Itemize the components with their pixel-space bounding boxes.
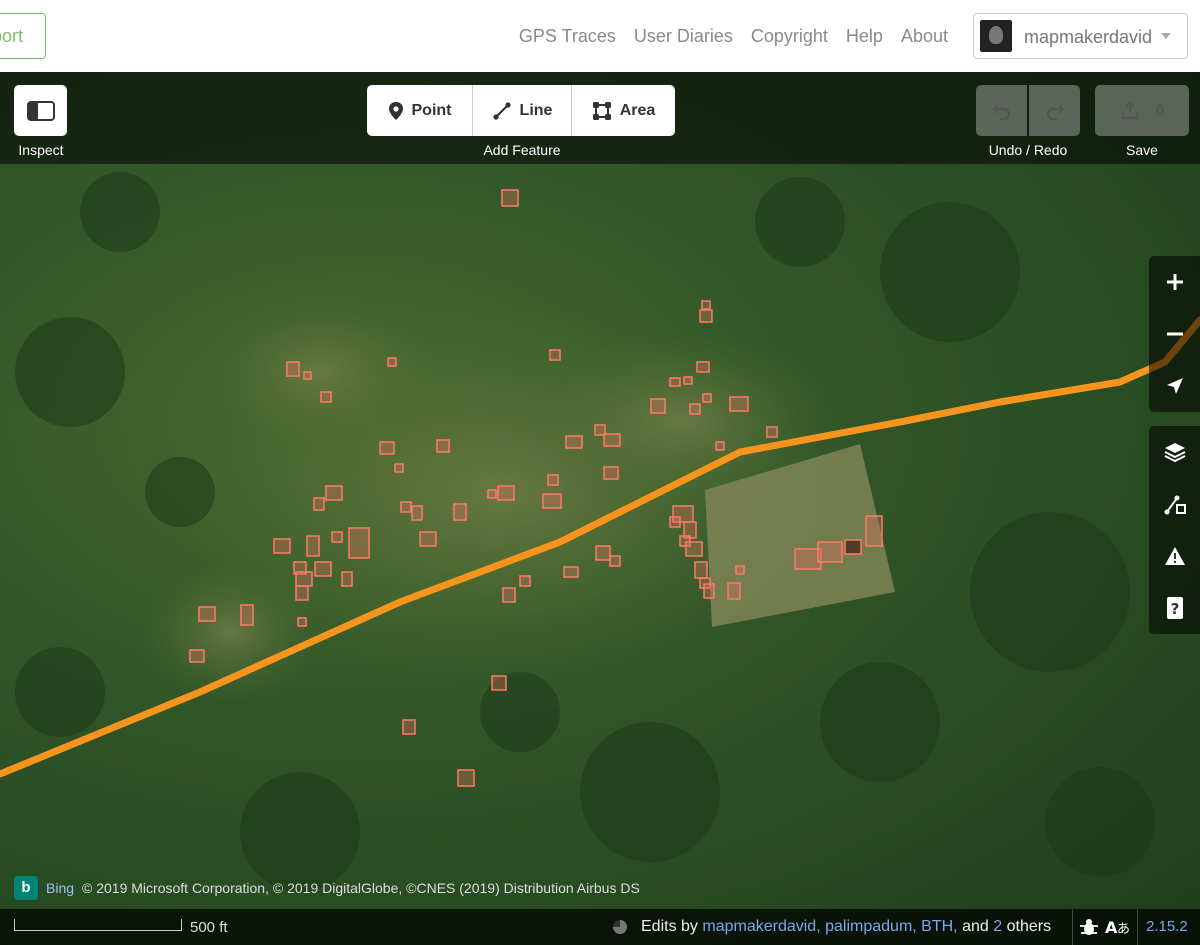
version-label[interactable]: 2.15.2 xyxy=(1146,918,1188,935)
username: mapmakerdavid xyxy=(1024,27,1153,47)
area-label: Area xyxy=(619,101,656,119)
point-pin-icon xyxy=(388,101,403,120)
bug-icon[interactable] xyxy=(1079,917,1099,937)
minus-icon xyxy=(1166,332,1183,336)
top-navigation: Export GPS Traces User Diaries Copyright… xyxy=(0,0,1200,72)
help-button[interactable]: ? xyxy=(1149,582,1200,634)
line-icon xyxy=(492,101,511,120)
scale-label: 500 ft xyxy=(190,919,228,936)
satellite-imagery xyxy=(0,172,1200,892)
scale-bar[interactable] xyxy=(14,919,182,931)
area-icon xyxy=(592,101,611,120)
attribution-text: © 2019 Microsoft Corporation, © 2019 Dig… xyxy=(82,880,640,896)
edit-user-link[interactable]: BTH, xyxy=(921,918,957,935)
panel-controls: ? xyxy=(1149,426,1200,634)
issues-button[interactable] xyxy=(1149,530,1200,582)
export-label: Export xyxy=(0,26,24,46)
caret-down-icon xyxy=(1161,33,1171,39)
undo-button[interactable] xyxy=(976,85,1027,136)
edit-user-link[interactable]: mapmakerdavid, xyxy=(702,918,820,935)
nav-link-gps-traces[interactable]: GPS Traces xyxy=(519,26,616,47)
add-feature-group: Point Line Area xyxy=(367,85,675,136)
redo-button[interactable] xyxy=(1029,85,1080,136)
avatar xyxy=(980,20,1012,52)
loading-spinner-icon xyxy=(613,920,627,934)
warning-icon xyxy=(1164,547,1185,565)
user-menu[interactable]: mapmakerdavid xyxy=(973,13,1188,59)
map-view[interactable]: Inspect Point Line Area Add Feature Undo… xyxy=(0,72,1200,945)
sidebar-toggle-icon xyxy=(26,100,55,121)
edits-others: others xyxy=(1006,918,1052,935)
nav-link-copyright[interactable]: Copyright xyxy=(751,26,828,47)
location-arrow-icon xyxy=(1166,378,1183,394)
edits-and: and xyxy=(962,918,989,935)
geolocate-button[interactable] xyxy=(1149,360,1200,412)
layers-icon xyxy=(1164,443,1185,463)
others-count-link[interactable]: 2 xyxy=(993,918,1002,935)
point-label: Point xyxy=(411,101,452,119)
nav-link-help[interactable]: Help xyxy=(846,26,883,47)
save-count: 0 xyxy=(1155,102,1165,119)
redo-icon xyxy=(1046,103,1065,120)
imagery-attribution: b Bing © 2019 Microsoft Corporation, © 2… xyxy=(14,876,640,900)
map-controls xyxy=(1149,256,1200,412)
svg-text:?: ? xyxy=(1170,600,1179,618)
add-feature-label: Add Feature xyxy=(483,142,561,158)
save-button[interactable]: 0 xyxy=(1095,85,1189,136)
footer-tools: A あ xyxy=(1072,909,1138,945)
edits-attribution: Edits by mapmakerdavid, palimpadum, BTH,… xyxy=(641,918,1051,936)
help-icon: ? xyxy=(1166,597,1183,619)
undo-icon xyxy=(991,103,1010,120)
nav-links: GPS Traces User Diaries Copyright Help A… xyxy=(519,26,948,47)
undo-redo-label: Undo / Redo xyxy=(988,142,1068,158)
nav-link-user-diaries[interactable]: User Diaries xyxy=(634,26,733,47)
inspect-button[interactable] xyxy=(14,85,67,136)
export-button[interactable]: Export xyxy=(0,13,46,59)
background-button[interactable] xyxy=(1149,426,1200,478)
svg-text:あ: あ xyxy=(1117,922,1130,937)
edit-user-link[interactable]: palimpadum, xyxy=(825,918,917,935)
nav-link-about[interactable]: About xyxy=(901,26,948,47)
bing-logo-icon[interactable]: b xyxy=(14,876,38,900)
map-data-icon xyxy=(1164,495,1186,515)
map-data-button[interactable] xyxy=(1149,478,1200,530)
line-label: Line xyxy=(519,101,553,119)
map-footer: 500 ft Edits by mapmakerdavid, palimpadu… xyxy=(0,909,1200,945)
add-point-button[interactable]: Point xyxy=(367,85,473,136)
translate-icon[interactable]: A あ xyxy=(1105,917,1131,937)
bing-label[interactable]: Bing xyxy=(46,880,74,896)
edits-prefix: Edits by xyxy=(641,918,698,935)
save-label: Save xyxy=(1126,142,1158,158)
add-area-button[interactable]: Area xyxy=(572,85,675,136)
zoom-out-button[interactable] xyxy=(1149,308,1200,360)
zoom-in-button[interactable] xyxy=(1149,256,1200,308)
upload-icon xyxy=(1121,100,1138,119)
inspect-label: Inspect xyxy=(18,142,64,158)
top-toolbar: Inspect Point Line Area Add Feature Undo… xyxy=(0,72,1200,164)
plus-icon xyxy=(1166,274,1183,290)
add-line-button[interactable]: Line xyxy=(473,85,572,136)
